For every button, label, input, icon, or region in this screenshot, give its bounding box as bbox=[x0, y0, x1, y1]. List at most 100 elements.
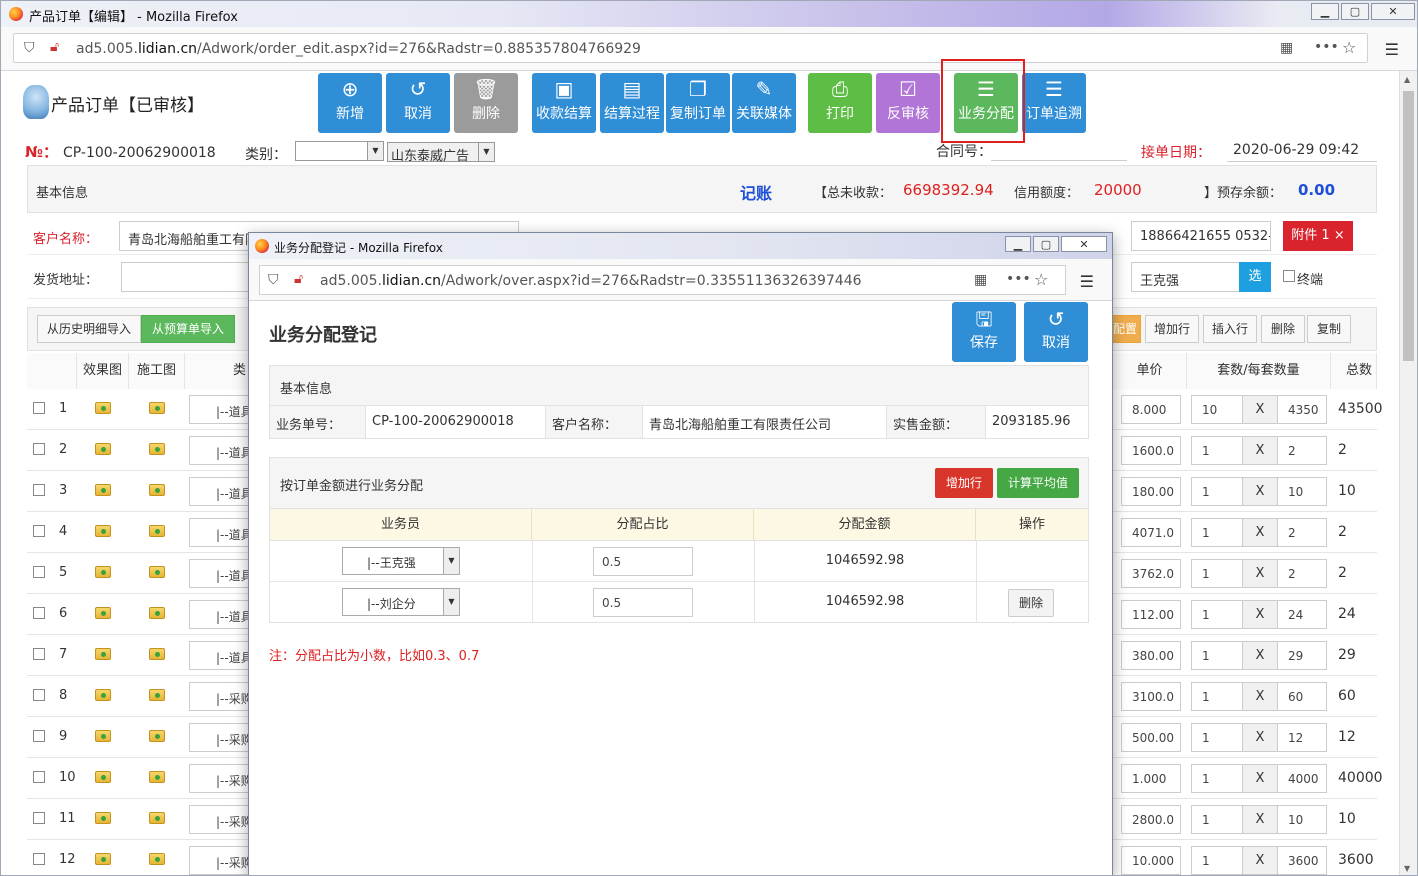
row-checkbox[interactable] bbox=[33, 566, 45, 578]
qty-per-set-input[interactable]: 10 bbox=[1277, 477, 1327, 506]
qty-per-set-input[interactable]: 4000 bbox=[1277, 764, 1327, 793]
toolbar-button-0[interactable]: ⊕ 新增 bbox=[318, 73, 382, 133]
construction-image-icon[interactable] bbox=[149, 771, 165, 783]
effect-image-icon[interactable] bbox=[95, 853, 111, 865]
item-type-cell[interactable]: |--道具 bbox=[189, 518, 249, 547]
construction-image-icon[interactable] bbox=[149, 607, 165, 619]
unit-price-input[interactable]: 3762.0 bbox=[1121, 559, 1181, 588]
toolbar-button-3[interactable]: ▣ 收款结算 bbox=[532, 73, 596, 133]
unit-price-input[interactable]: 2800.0 bbox=[1121, 805, 1181, 834]
toolbar-button-6[interactable]: ✎ 关联媒体 bbox=[732, 73, 796, 133]
construction-image-icon[interactable] bbox=[149, 402, 165, 414]
construction-image-icon[interactable] bbox=[149, 853, 165, 865]
sets-input[interactable]: 1 bbox=[1191, 846, 1243, 875]
import-history-button[interactable]: 从历史明细导入 bbox=[37, 315, 141, 343]
save-button[interactable]: 🖫︎ 保存 bbox=[952, 302, 1016, 362]
toolbar-button-7[interactable]: ⎙ 打印 bbox=[808, 73, 872, 133]
bookmark-star-icon[interactable]: ☆ bbox=[1342, 38, 1356, 57]
bookmark-star-icon[interactable]: ☆ bbox=[1034, 270, 1048, 289]
row-checkbox[interactable] bbox=[33, 771, 45, 783]
item-type-cell[interactable]: |--道具 bbox=[189, 395, 249, 424]
salesman-select[interactable]: |--王克强 ▼ bbox=[342, 547, 460, 575]
insecure-lock-icon[interactable]: 🔓︎ bbox=[50, 39, 59, 55]
item-type-cell[interactable]: |--道具 bbox=[189, 641, 249, 670]
item-type-cell[interactable]: |--采购 bbox=[189, 846, 249, 875]
qty-per-set-input[interactable]: 12 bbox=[1277, 723, 1327, 752]
item-type-cell[interactable]: |--道具 bbox=[189, 559, 249, 588]
item-type-cell[interactable]: |--采购 bbox=[189, 723, 249, 752]
construction-image-icon[interactable] bbox=[149, 689, 165, 701]
main-address-field[interactable]: ⛉ 🔓︎ ad5.005.lidian.cn/Adwork/order_edit… bbox=[13, 33, 1368, 63]
construction-image-icon[interactable] bbox=[149, 648, 165, 660]
ratio-input[interactable]: 0.5 bbox=[593, 547, 693, 576]
sets-input[interactable]: 10 bbox=[1191, 395, 1243, 424]
attachment-button[interactable]: 附件 1 × bbox=[1283, 221, 1353, 251]
construction-image-icon[interactable] bbox=[149, 566, 165, 578]
row-checkbox[interactable] bbox=[33, 648, 45, 660]
toolbar-button-5[interactable]: ❐ 复制订单 bbox=[666, 73, 730, 133]
sets-input[interactable]: 1 bbox=[1191, 436, 1243, 465]
item-type-cell[interactable]: |--采购 bbox=[189, 764, 249, 793]
sets-input[interactable]: 1 bbox=[1191, 600, 1243, 629]
bookkeeping-link[interactable]: 记账 bbox=[740, 180, 772, 204]
qty-per-set-input[interactable]: 24 bbox=[1277, 600, 1327, 629]
qr-code-icon[interactable]: ▦ bbox=[974, 272, 987, 288]
effect-image-icon[interactable] bbox=[95, 566, 111, 578]
toolbar-button-8[interactable]: ☑ 反审核 bbox=[876, 73, 940, 133]
address-input[interactable] bbox=[121, 262, 251, 292]
qty-per-set-input[interactable]: 60 bbox=[1277, 682, 1327, 711]
row-checkbox[interactable] bbox=[33, 402, 45, 414]
qr-code-icon[interactable]: ▦ bbox=[1280, 40, 1293, 56]
toolbar-button-2[interactable]: 🗑︎ 删除 bbox=[454, 73, 518, 133]
unit-price-input[interactable]: 10.000 bbox=[1121, 846, 1181, 875]
item-type-cell[interactable]: |--采购 bbox=[189, 805, 249, 834]
menu-icon[interactable]: ☰ bbox=[1080, 272, 1094, 291]
construction-image-icon[interactable] bbox=[149, 484, 165, 496]
row-checkbox[interactable] bbox=[33, 484, 45, 496]
sets-input[interactable]: 1 bbox=[1191, 641, 1243, 670]
company-select[interactable]: 山东泰威广告 ▼ bbox=[387, 142, 495, 164]
insecure-lock-icon[interactable]: 🔓︎ bbox=[294, 271, 303, 287]
select-salesman-button[interactable]: 选 bbox=[1239, 262, 1271, 292]
more-icon[interactable]: ••• bbox=[1006, 271, 1031, 287]
unit-price-input[interactable]: 180.00 bbox=[1121, 477, 1181, 506]
calc-average-button[interactable]: 计算平均值 bbox=[997, 468, 1079, 498]
scroll-up-icon[interactable]: ▲ bbox=[1404, 75, 1410, 84]
add-row-button[interactable]: 增加行 bbox=[1145, 315, 1199, 343]
menu-icon[interactable]: ☰ bbox=[1385, 40, 1399, 59]
salesman-select[interactable]: |--刘企分 ▼ bbox=[342, 588, 460, 616]
qty-per-set-input[interactable]: 4350 bbox=[1277, 395, 1327, 424]
sets-input[interactable]: 1 bbox=[1191, 723, 1243, 752]
toolbar-button-1[interactable]: ↺ 取消 bbox=[386, 73, 450, 133]
toolbar-button-4[interactable]: ▤ 结算过程 bbox=[600, 73, 664, 133]
category-select[interactable]: ▼ bbox=[295, 141, 384, 161]
sets-input[interactable]: 1 bbox=[1191, 764, 1243, 793]
unit-price-input[interactable]: 8.000 bbox=[1121, 395, 1181, 424]
scroll-down-icon[interactable]: ▼ bbox=[1404, 864, 1410, 873]
row-checkbox[interactable] bbox=[33, 730, 45, 742]
construction-image-icon[interactable] bbox=[149, 730, 165, 742]
sets-input[interactable]: 1 bbox=[1191, 477, 1243, 506]
phone-input[interactable]: 18866421655 0532-8 bbox=[1131, 221, 1271, 251]
row-checkbox[interactable] bbox=[33, 443, 45, 455]
more-icon[interactable]: ••• bbox=[1314, 39, 1339, 55]
unit-price-input[interactable]: 380.00 bbox=[1121, 641, 1181, 670]
row-checkbox[interactable] bbox=[33, 525, 45, 537]
effect-image-icon[interactable] bbox=[95, 771, 111, 783]
sets-input[interactable]: 1 bbox=[1191, 518, 1243, 547]
page-scrollbar[interactable]: ▲ ▼ bbox=[1399, 71, 1417, 875]
unit-price-input[interactable]: 1.000 bbox=[1121, 764, 1181, 793]
effect-image-icon[interactable] bbox=[95, 607, 111, 619]
item-type-cell[interactable]: |--采购 bbox=[189, 682, 249, 711]
qty-per-set-input[interactable]: 29 bbox=[1277, 641, 1327, 670]
maximize-icon[interactable]: ▢ bbox=[1341, 3, 1369, 20]
salesman-input[interactable]: 王克强 bbox=[1131, 262, 1241, 292]
item-type-cell[interactable]: |--道具 bbox=[189, 600, 249, 629]
construction-image-icon[interactable] bbox=[149, 525, 165, 537]
unit-price-input[interactable]: 500.00 bbox=[1121, 723, 1181, 752]
insert-row-button[interactable]: 插入行 bbox=[1203, 315, 1257, 343]
popup-address-field[interactable]: ⛉ 🔓︎ ad5.005.lidian.cn/Adwork/over.aspx?… bbox=[259, 265, 1066, 295]
contract-input[interactable] bbox=[991, 141, 1127, 161]
unit-price-input[interactable]: 3100.0 bbox=[1121, 682, 1181, 711]
effect-image-icon[interactable] bbox=[95, 812, 111, 824]
